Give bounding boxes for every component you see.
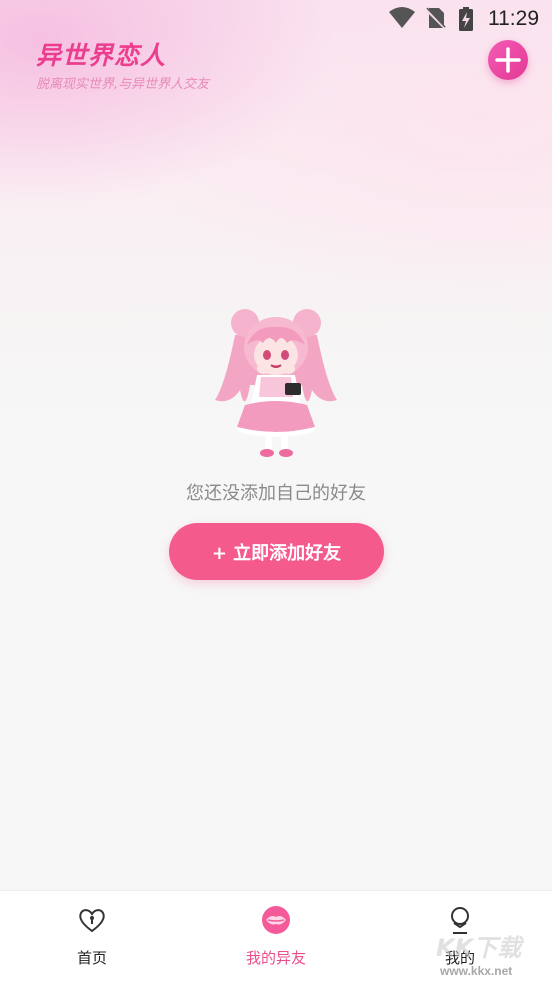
empty-message: 您还没添加自己的好友 (186, 483, 366, 504)
app-subtitle: 脱离现实世界,与异世界人交友 (36, 77, 210, 92)
tab-home-label: 首页 (76, 949, 107, 967)
watermark-url: www.kkx.net (440, 964, 513, 978)
plus-icon (495, 47, 521, 73)
tab-home[interactable]: 首页 (0, 891, 184, 984)
battery-charging-icon (459, 7, 473, 31)
heart-lock-icon (79, 909, 105, 933)
anime-girl-illustration (215, 309, 337, 457)
app-title: 异世界恋人 (36, 41, 167, 70)
tab-my-friends[interactable]: 我的异友 (184, 891, 368, 984)
status-bar: 11:29 (0, 0, 552, 36)
add-friend-button[interactable]: + 立即添加好友 (169, 523, 384, 580)
add-friend-button-label: + 立即添加好友 (211, 542, 342, 564)
tab-my-friends-label: 我的异友 (245, 949, 306, 967)
add-button[interactable] (488, 40, 528, 80)
watermark-text: KK下载 (436, 934, 522, 962)
wifi-icon (389, 7, 415, 28)
status-time: 11:29 (488, 7, 539, 30)
no-sim-icon (425, 7, 447, 30)
lips-icon (262, 906, 290, 934)
watermark: KK下载 www.kkx.net (436, 928, 548, 982)
